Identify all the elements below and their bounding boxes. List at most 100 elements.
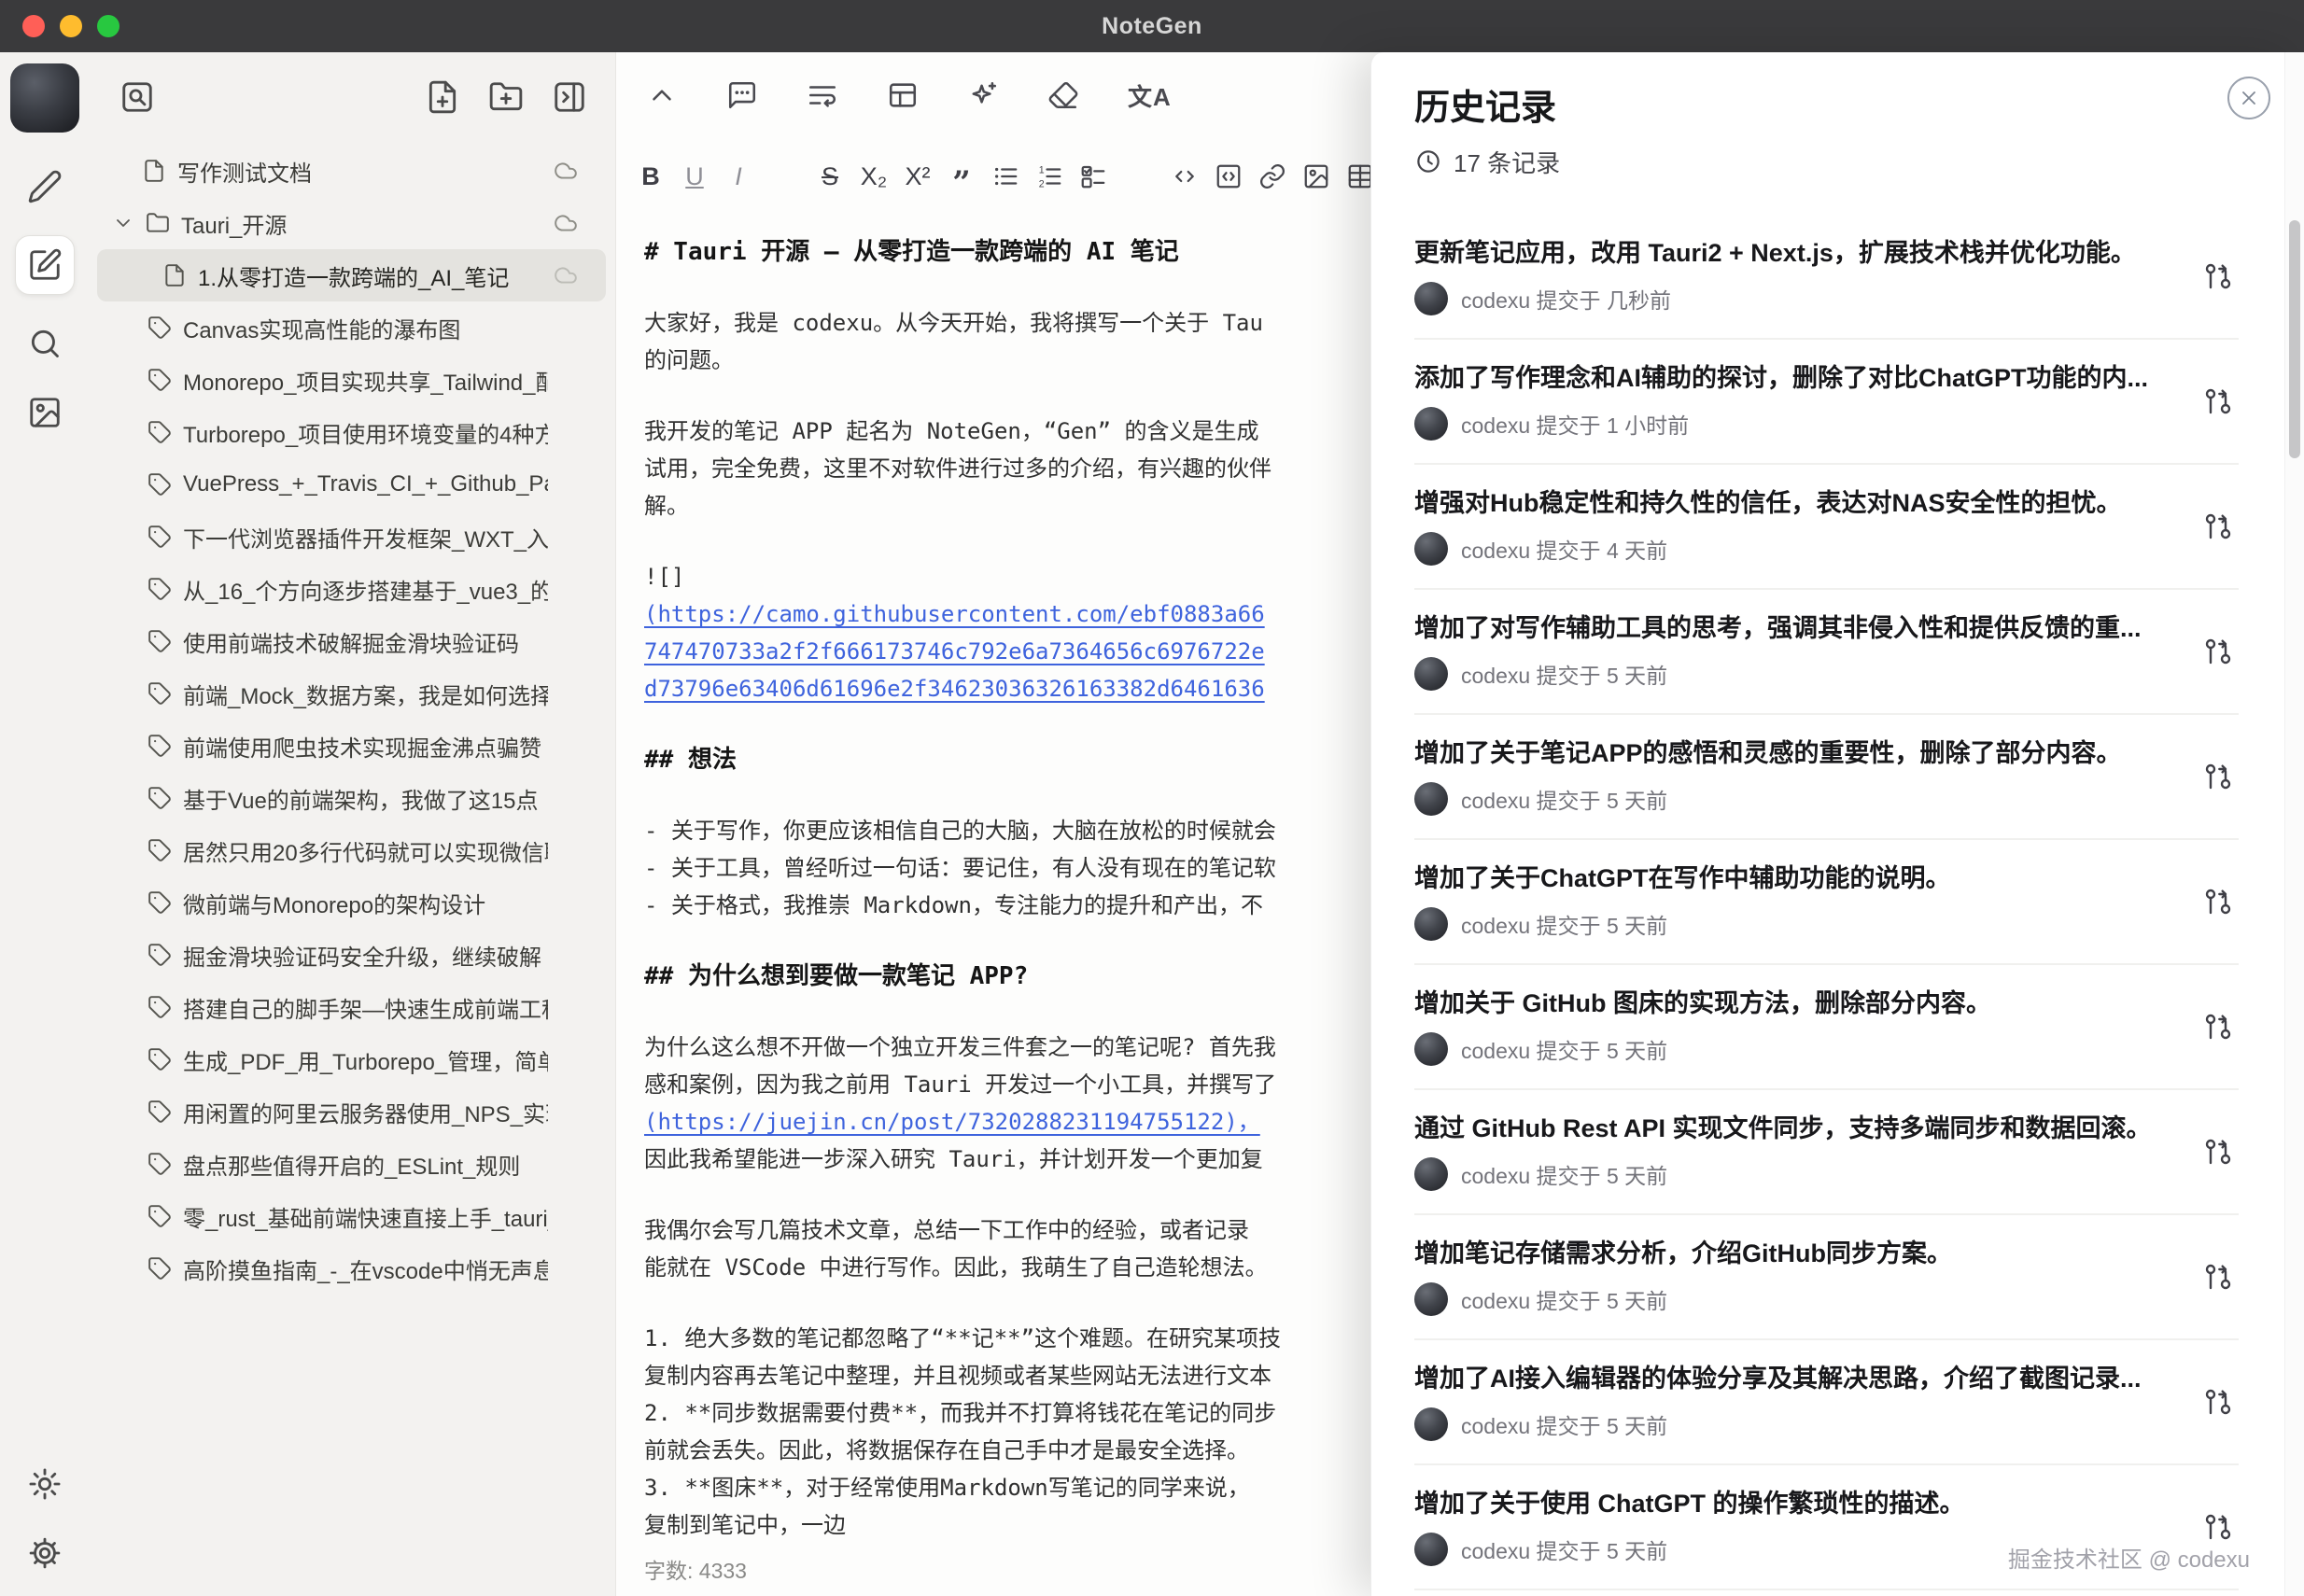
user-avatar[interactable] xyxy=(10,63,79,133)
tree-item[interactable]: 生成_PDF_用_Turborepo_管理，简单的... xyxy=(97,1033,606,1085)
code-block-icon[interactable] xyxy=(1215,162,1243,190)
history-entry[interactable]: 增加了关于笔记APP的感悟和灵感的重要性，删除了部分内容。 codexu 提交于… xyxy=(1414,715,2239,840)
restore-version-icon[interactable] xyxy=(2203,637,2233,666)
history-entry[interactable]: 添加了写作理念和AI辅助的探讨，删除了对比ChatGPT功能的内... code… xyxy=(1414,340,2239,465)
word-count: 字数: 4333 xyxy=(644,1553,766,1585)
tree-item[interactable]: 使用前端技术破解掘金滑块验证码 xyxy=(97,615,606,667)
minimize-window-button[interactable] xyxy=(60,15,82,37)
zoom-window-button[interactable] xyxy=(97,15,119,37)
subscript-button[interactable]: X₂ xyxy=(860,162,888,190)
wrap-text-icon[interactable] xyxy=(807,79,838,111)
tree-item[interactable]: 前端_Mock_数据方案，我是如何选择的? xyxy=(97,667,606,720)
tree-item[interactable]: 搭建自己的脚手架—快速生成前端工程 xyxy=(97,981,606,1033)
tree-item[interactable]: 从_16_个方向逐步搭建基于_vue3_的前... xyxy=(97,563,606,615)
settings-gear-icon[interactable] xyxy=(24,1533,65,1574)
strikethrough-button[interactable]: S xyxy=(816,162,844,190)
history-entry-title: 增加关于 GitHub 图床的实现方法，删除部分内容。 xyxy=(1414,989,1991,1017)
gallery-icon[interactable] xyxy=(24,392,65,433)
collapse-up-icon[interactable] xyxy=(646,79,678,111)
tree-item[interactable]: 居然只用20多行代码就可以实现微信聊天... xyxy=(97,824,606,876)
file-tree-list: 写作测试文档 Tauri_开源 1.从零打造一款跨端的_AI_笔记 Canvas… xyxy=(90,145,615,1295)
sparkles-icon[interactable] xyxy=(967,79,999,111)
traffic-lights xyxy=(22,0,119,52)
history-entry[interactable]: 增加了关于ChatGPT在写作中辅助功能的说明。 codexu 提交于 5 天前 xyxy=(1414,840,2239,965)
new-note-icon[interactable] xyxy=(425,79,460,115)
tag-icon xyxy=(148,420,172,444)
cloud-icon xyxy=(554,211,578,235)
restore-version-icon[interactable] xyxy=(2203,261,2233,291)
tag-icon xyxy=(148,786,172,810)
superscript-button[interactable]: X² xyxy=(904,162,932,190)
history-entry[interactable]: 增加了对写作辅助工具的思考，强调其非侵入性和提供反馈的重... codexu 提… xyxy=(1414,590,2239,715)
tree-item[interactable]: 掘金滑块验证码安全升级，继续破解 xyxy=(97,929,606,981)
toggle-panel-icon[interactable] xyxy=(552,79,587,115)
link-icon[interactable] xyxy=(1258,162,1286,190)
numbered-list-icon[interactable]: 12 xyxy=(1035,162,1063,190)
close-window-button[interactable] xyxy=(22,15,45,37)
restore-version-icon[interactable] xyxy=(2203,1262,2233,1292)
chat-icon[interactable] xyxy=(726,79,758,111)
history-entry-title: 增加了AI接入编辑器的体验分享及其解决思路，介绍了截图记录... xyxy=(1414,1365,2142,1393)
layout-icon[interactable] xyxy=(887,79,919,111)
translate-icon[interactable]: 文A xyxy=(1128,78,1172,113)
tree-item[interactable]: 零_rust_基础前端快速直接上手_tauri_开发... xyxy=(97,1190,606,1242)
tree-item[interactable]: Monorepo_项目实现共享_Tailwind_配置 xyxy=(97,354,606,406)
history-entry[interactable]: 更新笔记应用，改用 Tauri2 + Next.js，扩展技术栈并优化功能。 c… xyxy=(1414,215,2239,340)
tree-item[interactable]: 写作测试文档 xyxy=(97,145,606,197)
bold-button[interactable]: B xyxy=(637,162,665,190)
history-entry[interactable]: 增加了AI接入编辑器的体验分享及其解决思路，介绍了截图记录... codexu … xyxy=(1414,1340,2239,1465)
tree-item[interactable]: 高阶摸鱼指南_-_在vscode中悄无声息地... xyxy=(97,1242,606,1295)
restore-version-icon[interactable] xyxy=(2203,1137,2233,1167)
tree-item[interactable]: 盘点那些值得开启的_ESLint_规则 xyxy=(97,1138,606,1190)
compose-icon[interactable] xyxy=(15,235,75,295)
tree-item[interactable]: 1.从零打造一款跨端的_AI_笔记 xyxy=(97,249,606,301)
history-entry-title: 通过 GitHub Rest API 实现文件同步，支持多端同步和数据回滚。 xyxy=(1414,1114,2152,1142)
history-panel: 历史记录 17 条记录 更新笔记应用，改用 Tauri2 + Next.js，扩… xyxy=(1370,52,2304,1596)
theme-sun-icon[interactable] xyxy=(24,1463,65,1505)
eraser-icon[interactable] xyxy=(1047,79,1079,111)
new-folder-icon[interactable] xyxy=(488,79,524,115)
tree-item[interactable]: VuePress_+_Travis_CI_+_Github_Pages... xyxy=(97,458,606,511)
restore-version-icon[interactable] xyxy=(2203,1012,2233,1042)
scrollbar-thumb[interactable] xyxy=(2289,220,2300,458)
inline-code-icon[interactable] xyxy=(1171,162,1199,190)
restore-version-icon[interactable] xyxy=(2203,887,2233,917)
svg-text:1: 1 xyxy=(1039,164,1045,175)
tree-item[interactable]: Turborepo_项目使用环境变量的4种方式 xyxy=(97,406,606,458)
restore-version-icon[interactable] xyxy=(2203,386,2233,416)
underline-button[interactable]: U xyxy=(681,162,709,190)
tree-item[interactable]: 用闲置的阿里云服务器使用_NPS_实现内... xyxy=(97,1085,606,1138)
close-icon[interactable] xyxy=(2227,77,2270,119)
bullet-list-icon[interactable] xyxy=(991,162,1019,190)
file-icon xyxy=(142,159,166,183)
history-entry[interactable]: 通过 GitHub Rest API 实现文件同步，支持多端同步和数据回滚。 c… xyxy=(1414,1090,2239,1215)
tree-item[interactable]: 微前端与Monorepo的架构设计 xyxy=(97,876,606,929)
tree-item[interactable]: Tauri_开源 xyxy=(97,197,606,249)
italic-button[interactable]: I xyxy=(724,162,752,190)
tag-icon xyxy=(148,577,172,601)
pen-icon[interactable] xyxy=(24,166,65,207)
tree-item-label: 高阶摸鱼指南_-_在vscode中悄无声息地... xyxy=(183,1258,548,1284)
history-entry[interactable]: 增加关于 GitHub 图床的实现方法，删除部分内容。 codexu 提交于 5… xyxy=(1414,965,2239,1090)
restore-version-icon[interactable] xyxy=(2203,762,2233,791)
tree-item[interactable]: Canvas实现高性能的瀑布图 xyxy=(97,301,606,354)
history-entry[interactable]: 增强对Hub稳定性和持久性的信任，表达对NAS安全性的担忧。 codexu 提交… xyxy=(1414,465,2239,590)
history-entry[interactable]: 优化操作流程，减少在不同软件间切换的繁琐步骤。 codexu 提交于 5 天前 xyxy=(1414,1590,2239,1596)
tree-item[interactable]: 前端使用爬虫技术实现掘金沸点骗赞 xyxy=(97,720,606,772)
restore-version-icon[interactable] xyxy=(2203,1512,2233,1542)
chevron-down-icon[interactable] xyxy=(112,212,134,234)
image-icon[interactable] xyxy=(1302,162,1330,190)
scrollbar-track[interactable] xyxy=(2284,52,2304,1596)
tree-item[interactable]: 下一代浏览器插件开发框架_WXT_入门指... xyxy=(97,511,606,563)
restore-version-icon[interactable] xyxy=(2203,511,2233,541)
note-search-icon[interactable] xyxy=(119,79,155,115)
tree-item-label: 搭建自己的脚手架—快速生成前端工程 xyxy=(183,997,548,1023)
restore-version-icon[interactable] xyxy=(2203,1387,2233,1417)
task-list-icon[interactable] xyxy=(1079,162,1107,190)
history-entry[interactable]: 增加笔记存储需求分析，介绍GitHub同步方案。 codexu 提交于 5 天前 xyxy=(1414,1215,2239,1340)
tree-item-label: 使用前端技术破解掘金滑块验证码 xyxy=(183,631,519,657)
history-entry-meta-row: codexu 提交于 5 天前 xyxy=(1414,907,2173,941)
blockquote-button[interactable]: ” xyxy=(948,162,976,199)
tree-item[interactable]: 基于Vue的前端架构，我做了这15点 xyxy=(97,772,606,824)
search-icon[interactable] xyxy=(24,323,65,364)
